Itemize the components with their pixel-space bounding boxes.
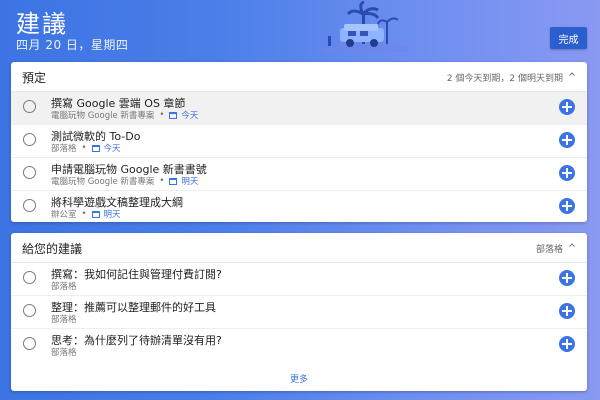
complete-radio[interactable] — [23, 133, 36, 146]
due-label: 今天 — [91, 142, 121, 154]
complete-radio[interactable] — [23, 100, 36, 113]
task-meta: 辦公室 • 明天 — [51, 208, 121, 220]
due-label: 今天 — [169, 109, 198, 121]
suggestion-row[interactable]: 思考：為什麼列了待辦清單沒有用? 部落格 — [11, 329, 587, 361]
task-source: 辦公室 — [51, 210, 77, 220]
calendar-icon — [91, 145, 100, 152]
task-source: 電腦玩物 Google 新書專案 — [51, 111, 155, 121]
suggestion-title: 撰寫：我如何記住與管理付費訂閱? — [51, 268, 222, 281]
page-title: 建議 — [16, 10, 68, 38]
complete-radio[interactable] — [23, 271, 36, 284]
suggestion-source: 部落格 — [51, 282, 77, 292]
beach-car-illustration — [318, 0, 408, 52]
suggestions-title: 給您的建議 — [22, 242, 83, 256]
task-source: 電腦玩物 Google 新書專案 — [51, 177, 155, 187]
due-date: 明天 — [181, 177, 199, 187]
due-date: 明天 — [103, 210, 121, 220]
scheduled-title: 預定 — [22, 71, 47, 85]
separator-dot: • — [81, 209, 87, 219]
task-meta: 電腦玩物 Google 新書專案 • 明天 — [51, 175, 198, 187]
scheduled-card: 預定 2 個今天到期，2 個明天到期 撰寫 Google 雲端 OS 章節 電腦… — [11, 62, 587, 222]
suggestion-row[interactable]: 撰寫：我如何記住與管理付費訂閱? 部落格 — [11, 263, 587, 296]
task-row[interactable]: 測試微軟的 To-Do 部落格 • 今天 — [11, 125, 587, 158]
suggestion-source: 部落格 — [51, 348, 77, 358]
suggestions-card: 給您的建議 部落格 撰寫：我如何記住與管理付費訂閱? 部落格 整理：推薦可以整理… — [11, 233, 587, 391]
separator-dot: • — [159, 176, 165, 186]
complete-radio[interactable] — [23, 199, 36, 212]
date-subtitle: 四月 20 日，星期四 — [16, 38, 129, 52]
add-button[interactable] — [559, 165, 575, 181]
separator-dot: • — [81, 143, 87, 153]
suggestion-source: 部落格 — [51, 315, 77, 325]
chevron-up-icon[interactable] — [569, 71, 575, 77]
due-date: 今天 — [181, 111, 199, 121]
done-button[interactable]: 完成 — [550, 27, 587, 49]
add-button[interactable] — [559, 198, 575, 214]
complete-radio[interactable] — [23, 304, 36, 317]
due-date: 今天 — [103, 144, 121, 154]
suggestion-title: 思考：為什麼列了待辦清單沒有用? — [51, 334, 222, 347]
header: 建議 四月 20 日，星期四 完成 — [0, 0, 600, 60]
complete-radio[interactable] — [23, 166, 36, 179]
add-button[interactable] — [559, 132, 575, 148]
task-row[interactable]: 將科學遊戲文稿整理成大綱 辦公室 • 明天 — [11, 191, 587, 223]
chevron-up-icon[interactable] — [569, 242, 575, 248]
more-link[interactable]: 更多 — [11, 372, 587, 385]
separator-dot: • — [159, 110, 165, 120]
add-button[interactable] — [559, 99, 575, 115]
suggestion-row[interactable]: 整理：推薦可以整理郵件的好工具 部落格 — [11, 296, 587, 329]
due-label: 明天 — [91, 208, 121, 220]
task-row[interactable]: 申請電腦玩物 Google 新書書號 電腦玩物 Google 新書專案 • 明天 — [11, 158, 587, 191]
due-label: 明天 — [169, 175, 198, 187]
complete-radio[interactable] — [23, 337, 36, 350]
add-button[interactable] — [559, 303, 575, 319]
task-meta: 部落格 • 今天 — [51, 142, 121, 154]
scheduled-header[interactable]: 預定 2 個今天到期，2 個明天到期 — [11, 62, 587, 92]
suggestions-filter: 部落格 — [535, 245, 563, 255]
task-source: 部落格 — [51, 144, 77, 154]
suggestions-header[interactable]: 給您的建議 部落格 — [11, 233, 587, 263]
add-button[interactable] — [559, 270, 575, 286]
add-button[interactable] — [559, 336, 575, 352]
task-meta: 電腦玩物 Google 新書專案 • 今天 — [51, 109, 198, 121]
calendar-icon — [169, 112, 178, 119]
calendar-icon — [169, 178, 178, 185]
calendar-icon — [91, 211, 100, 218]
task-row[interactable]: 撰寫 Google 雲端 OS 章節 電腦玩物 Google 新書專案 • 今天 — [11, 92, 587, 125]
scheduled-summary: 2 個今天到期，2 個明天到期 — [446, 74, 563, 84]
